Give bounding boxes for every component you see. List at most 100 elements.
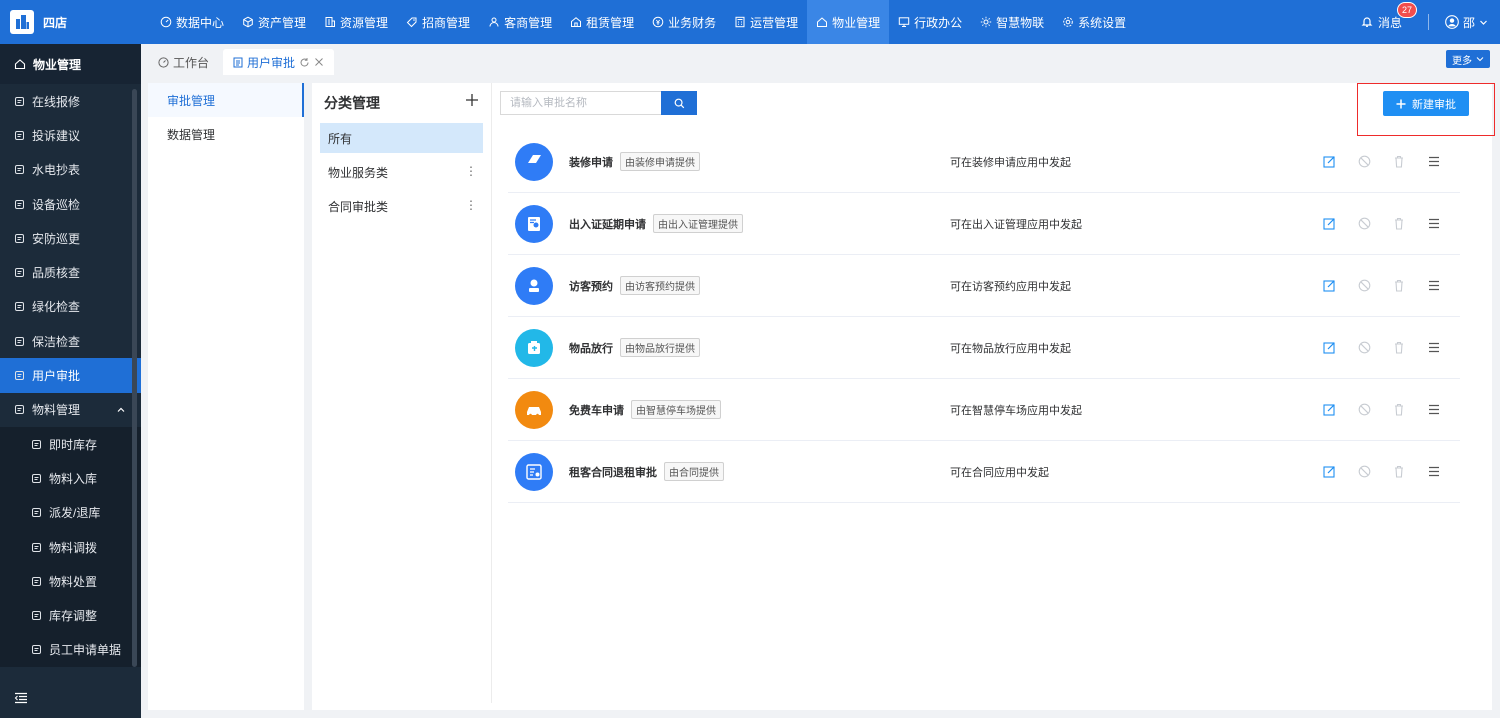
delete-icon[interactable] xyxy=(1392,155,1406,169)
sidebar-sub-item[interactable]: 即时库存 xyxy=(0,426,141,462)
sidebar-sub-item[interactable]: 员工申请单据 xyxy=(0,632,141,668)
delete-icon[interactable] xyxy=(1392,341,1406,355)
sidebar-sub-item[interactable]: 物料处置 xyxy=(0,564,141,599)
top-bar: 四店 数据中心 资产管理 资源管理 招商管理 客商管理 租赁管理 业务财务 运营管理 物业管理 行… xyxy=(0,0,1500,44)
edit-icon[interactable] xyxy=(1322,155,1336,169)
disable-icon[interactable] xyxy=(1357,155,1371,169)
edit-icon[interactable] xyxy=(1322,217,1336,231)
add-category-icon[interactable] xyxy=(465,93,479,107)
home-icon xyxy=(816,16,828,28)
sidebar-item[interactable]: 绿化检查 xyxy=(0,290,141,324)
user-menu[interactable]: 邵 xyxy=(1445,14,1488,31)
submenu-approval-management[interactable]: 审批管理 xyxy=(148,83,304,117)
sidebar-title-label: 物业管理 xyxy=(33,57,82,72)
drag-handle-icon[interactable] xyxy=(1427,341,1441,355)
dashboard-icon xyxy=(160,16,172,28)
search-input[interactable] xyxy=(500,91,661,115)
drag-handle-icon[interactable] xyxy=(1427,217,1441,231)
sidebar-item[interactable]: 用户审批 xyxy=(0,358,141,393)
disable-icon[interactable] xyxy=(1357,465,1371,479)
brand[interactable]: 四店 xyxy=(0,0,141,44)
sidebar-sub-item[interactable]: 库存调整 xyxy=(0,598,141,633)
top-nav-item[interactable]: 租赁管理 xyxy=(561,0,643,44)
category-item-property-service[interactable]: 物业服务类 ⋮ xyxy=(320,157,483,187)
top-nav-item[interactable]: 招商管理 xyxy=(397,0,479,44)
inbound-icon xyxy=(31,473,42,484)
tab-workbench[interactable]: 工作台 xyxy=(148,49,219,75)
drag-handle-icon[interactable] xyxy=(1427,403,1441,417)
top-nav-item[interactable]: 业务财务 xyxy=(643,0,725,44)
approval-row: 物品放行 由物品放行提供 可在物品放行应用中发起 xyxy=(508,317,1460,379)
top-nav-item[interactable]: 智慧物联 xyxy=(971,0,1053,44)
sidebar-sub-item-label: 即时库存 xyxy=(49,437,98,452)
row-actions xyxy=(1322,403,1441,417)
edit-icon[interactable] xyxy=(1322,279,1336,293)
sidebar-sub-item[interactable]: 物料调拨 xyxy=(0,529,141,565)
sidebar-item[interactable]: 物料管理 xyxy=(0,393,141,427)
drag-handle-icon[interactable] xyxy=(1427,279,1441,293)
main-panel: 分类管理 所有 物业服务类 ⋮ 合同审批类 ⋮ 新建审批 装修申请由装修申请提供… xyxy=(312,83,1495,710)
drag-handle-icon[interactable] xyxy=(1427,465,1441,479)
approval-source-tag: 由合同提供 xyxy=(664,462,724,481)
gear-icon xyxy=(1062,16,1074,28)
sidebar-scrollbar[interactable] xyxy=(132,89,137,667)
sidebar-item[interactable]: 投诉建议 xyxy=(0,118,141,152)
close-icon[interactable] xyxy=(314,57,324,67)
drag-handle-icon[interactable] xyxy=(1427,155,1441,169)
top-nav-item[interactable]: 运营管理 xyxy=(725,0,807,44)
top-nav-item[interactable]: 系统设置 xyxy=(1053,0,1135,44)
sidebar-item[interactable]: 设备巡检 xyxy=(0,187,141,221)
more-tabs-button[interactable]: 更多 xyxy=(1446,50,1490,68)
sidebar-item[interactable]: 安防巡更 xyxy=(0,221,141,255)
user-name: 邵 xyxy=(1462,15,1475,30)
approval-source-tag: 由出入证管理提供 xyxy=(653,214,743,233)
disable-icon[interactable] xyxy=(1357,403,1371,417)
search-button[interactable] xyxy=(661,91,697,115)
sidebar-collapse-button[interactable] xyxy=(0,678,141,718)
messages-button[interactable]: 消息 27 xyxy=(1361,1,1417,31)
category-item-contract-approval[interactable]: 合同审批类 ⋮ xyxy=(320,191,483,221)
approval-name: 访客预约 xyxy=(569,280,613,293)
edit-icon[interactable] xyxy=(1322,403,1336,417)
top-nav-item[interactable]: 资源管理 xyxy=(315,0,397,44)
sidebar-item[interactable]: 保洁检查 xyxy=(0,324,141,358)
clipboard-icon xyxy=(14,130,25,141)
tab-label: 用户审批 xyxy=(247,55,296,70)
top-nav-item[interactable]: 物业管理 xyxy=(807,0,890,44)
more-vertical-icon[interactable]: ⋮ xyxy=(465,198,477,212)
top-nav-label: 客商管理 xyxy=(504,15,553,30)
broom-icon xyxy=(14,336,25,347)
search-bar xyxy=(500,91,697,115)
sidebar-sub-item-label: 库存调整 xyxy=(49,609,98,624)
row-actions xyxy=(1322,279,1441,293)
sidebar-item[interactable]: 在线报修 xyxy=(0,84,141,118)
disable-icon[interactable] xyxy=(1357,341,1371,355)
tab-user-approval[interactable]: 用户审批 xyxy=(223,49,335,75)
sidebar-sub-item[interactable]: 物料入库 xyxy=(0,461,141,496)
more-vertical-icon[interactable]: ⋮ xyxy=(465,164,477,178)
new-approval-button[interactable]: 新建审批 xyxy=(1383,91,1469,116)
sidebar-item[interactable]: 品质核查 xyxy=(0,255,141,289)
delete-icon[interactable] xyxy=(1392,217,1406,231)
sidebar-item[interactable]: 水电抄表 xyxy=(0,153,141,187)
delete-icon[interactable] xyxy=(1392,403,1406,417)
category-item-all[interactable]: 所有 xyxy=(320,123,483,153)
top-nav-item[interactable]: 行政办公 xyxy=(889,0,971,44)
sidebar-title[interactable]: 物业管理 xyxy=(0,44,141,84)
edit-icon[interactable] xyxy=(1322,341,1336,355)
delete-icon[interactable] xyxy=(1392,465,1406,479)
submenu-data-management[interactable]: 数据管理 xyxy=(148,117,304,151)
contract-icon xyxy=(515,452,553,491)
delete-icon[interactable] xyxy=(1392,279,1406,293)
messages-count-badge: 27 xyxy=(1396,1,1417,18)
sidebar-sub-item[interactable]: 派发/退库 xyxy=(0,495,141,530)
top-nav-item[interactable]: 数据中心 xyxy=(151,0,233,44)
refresh-icon[interactable] xyxy=(299,57,310,68)
top-nav-item[interactable]: 资产管理 xyxy=(233,0,315,44)
disable-icon[interactable] xyxy=(1357,217,1371,231)
top-nav-item[interactable]: 客商管理 xyxy=(479,0,561,44)
edit-icon[interactable] xyxy=(1322,465,1336,479)
sidebar-item-label: 安防巡更 xyxy=(32,231,81,246)
disable-icon[interactable] xyxy=(1357,279,1371,293)
top-nav-label: 租赁管理 xyxy=(586,15,635,30)
